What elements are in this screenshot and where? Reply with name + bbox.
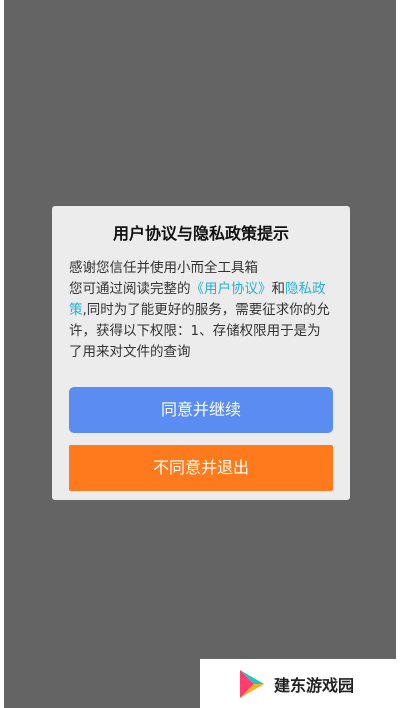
user-agreement-link[interactable]: 《用户协议》 <box>191 281 272 297</box>
site-logo-icon <box>240 669 264 698</box>
watermark-text: 建东游戏园 <box>274 675 355 695</box>
dialog-title: 用户协议与隐私政策提示 <box>112 224 289 243</box>
dialog-message-suffix: ,同时为了能更好的服务，需要征求你的允许，获得以下权限：1、存储权限用于是为了用… <box>69 302 330 360</box>
dialog-message-line1: 感谢您信任并使用小而全工具箱 <box>69 260 258 276</box>
dialog-message: 感谢您信任并使用小而全工具箱 您可通过阅读完整的《用户协议》和隐私政策,同时为了… <box>69 258 333 362</box>
disagree-and-exit-button[interactable]: 不同意并退出 <box>69 445 333 491</box>
watermark-banner: 建东游戏园 <box>200 659 400 708</box>
dialog-message-and: 和 <box>271 281 286 297</box>
privacy-consent-dialog: 用户协议与隐私政策提示 感谢您信任并使用小而全工具箱 您可通过阅读完整的《用户协… <box>52 206 350 500</box>
agree-and-continue-button[interactable]: 同意并继续 <box>69 387 333 433</box>
dialog-message-prefix: 您可通过阅读完整的 <box>69 281 191 297</box>
